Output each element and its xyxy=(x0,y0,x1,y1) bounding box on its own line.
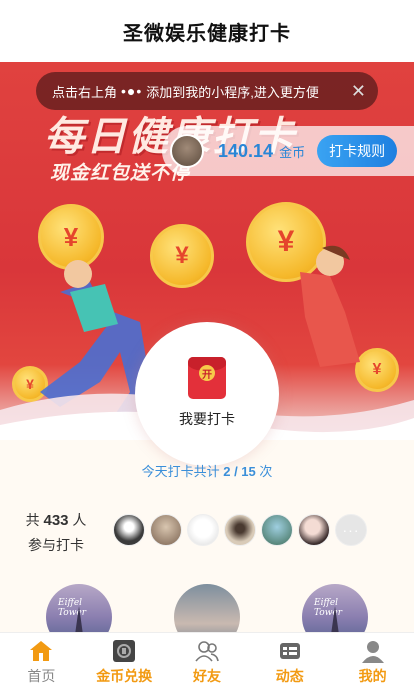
participant-avatars: ··· xyxy=(113,514,372,546)
add-to-miniprogram-tip: 点击右上角 •●• 添加到我的小程序,进入更方便 ✕ xyxy=(36,72,378,110)
coin-unit: 金币 xyxy=(279,144,306,160)
participant-avatar[interactable] xyxy=(298,514,330,546)
participant-label: 参与打卡 xyxy=(28,537,84,553)
card-row: Eiffel Tower Eiffel Tower xyxy=(0,584,414,650)
today-checkin-count: 今天打卡共计 2 / 15 次 xyxy=(141,464,273,479)
coin-balance-pill: 140.14 金币 打卡规则 xyxy=(162,126,414,176)
participant-avatar[interactable] xyxy=(150,514,182,546)
friends-icon xyxy=(194,639,220,663)
red-envelope-icon: 开 xyxy=(188,357,226,399)
participant-count: 共 433 人 参与打卡 xyxy=(16,508,96,558)
more-avatars-icon[interactable]: ··· xyxy=(335,514,367,546)
checkin-rules-button[interactable]: 打卡规则 xyxy=(317,135,398,167)
page-title: 圣微娱乐健康打卡 xyxy=(123,22,291,45)
coin-amount: 140.14 xyxy=(218,140,274,161)
coin-exchange-icon xyxy=(111,639,137,663)
checkin-label: 我要打卡 xyxy=(179,411,235,427)
title-bar: 圣微娱乐健康打卡 xyxy=(0,0,414,62)
participant-avatar[interactable] xyxy=(113,514,145,546)
tab-label: 首页 xyxy=(27,668,56,684)
tab-profile[interactable]: 我的 xyxy=(331,633,414,692)
participant-number: 433 xyxy=(43,512,69,529)
participant-avatar[interactable] xyxy=(224,514,256,546)
tab-label: 金币兑换 xyxy=(96,668,153,684)
menu-dots-icon: •●• xyxy=(121,83,143,99)
tip-text-before: 点击右上角 xyxy=(52,84,118,100)
tab-friends[interactable]: 好友 xyxy=(166,633,249,692)
home-icon xyxy=(28,639,54,663)
tip-text-after: 添加到我的小程序,进入更方便 xyxy=(146,84,319,100)
participant-avatar[interactable] xyxy=(187,514,219,546)
tab-home[interactable]: 首页 xyxy=(0,633,83,692)
tab-feed[interactable]: 动态 xyxy=(248,633,331,692)
user-avatar[interactable] xyxy=(170,134,204,168)
tab-label: 动态 xyxy=(275,668,304,684)
tab-label: 好友 xyxy=(192,668,221,684)
feed-icon xyxy=(277,639,303,663)
bottom-tab-bar: 首页 金币兑换 好友 动态 我的 xyxy=(0,632,414,692)
tab-coin-exchange[interactable]: 金币兑换 xyxy=(83,633,166,692)
today-count-value: 2 / 15 xyxy=(223,464,256,479)
profile-icon xyxy=(360,639,386,663)
tab-label: 我的 xyxy=(358,668,387,684)
participant-avatar[interactable] xyxy=(261,514,293,546)
checkin-button[interactable]: 开 我要打卡 xyxy=(135,322,279,466)
close-icon[interactable]: ✕ xyxy=(351,81,366,102)
